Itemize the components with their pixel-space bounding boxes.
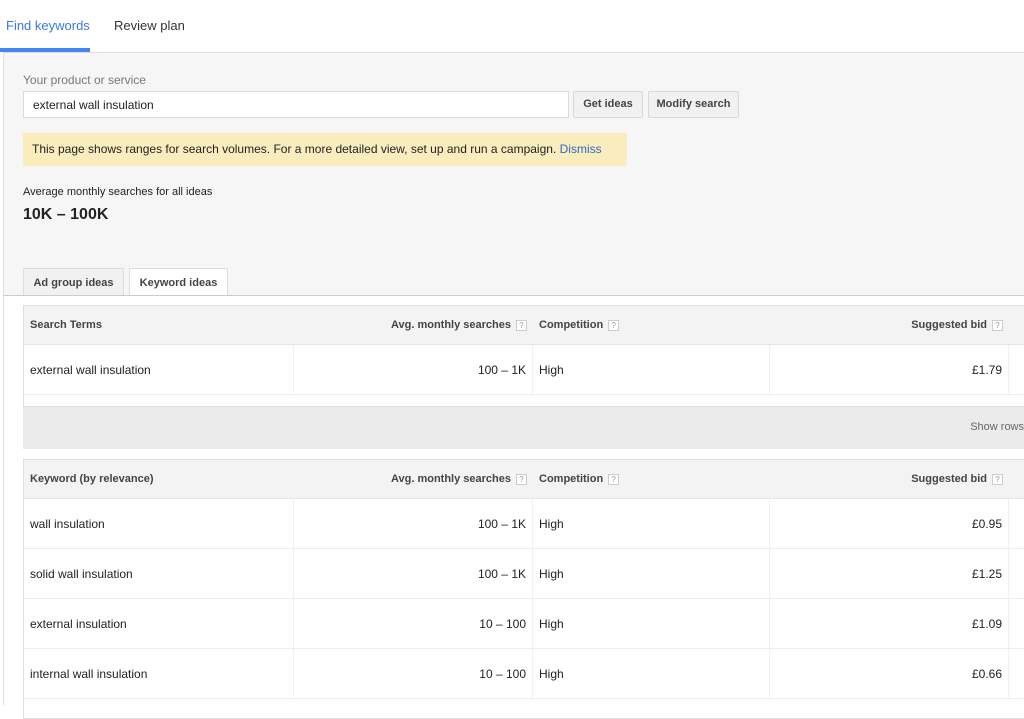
column-header[interactable]: Suggested bid?: [770, 306, 1009, 344]
table-header: Search Terms Avg. monthly searches? Compet…: [24, 306, 1024, 345]
column-header[interactable]: Competition?: [533, 306, 770, 344]
table-cell: [1009, 345, 1024, 394]
table-cell: [1009, 549, 1024, 598]
table-cell: [1009, 599, 1024, 648]
table-cell: 10 – 100: [294, 649, 533, 698]
table-cell: internal wall insulation: [24, 649, 294, 698]
search-terms-table: Search Terms Avg. monthly searches? Compet…: [23, 305, 1024, 407]
table-cell: wall insulation: [24, 499, 294, 548]
table-cell: £1.79: [770, 345, 1009, 394]
notice-text: This page shows ranges for search volume…: [32, 142, 557, 156]
table-cell: external wall insulation: [24, 345, 294, 394]
keyword-ideas-table: Keyword (by relevance) Avg. monthly searc…: [23, 459, 1024, 719]
column-header-label: Competition: [539, 473, 604, 485]
summary-label: Average monthly searches for all ideas: [23, 186, 213, 198]
table-cell: 10 – 100: [294, 599, 533, 648]
show-rows-control[interactable]: Show rows: [23, 407, 1024, 449]
table-cell: external insulation: [24, 599, 294, 648]
column-header[interactable]: Suggested bid?: [770, 460, 1009, 498]
tab-ad-group-ideas[interactable]: Ad group ideas: [23, 268, 124, 296]
table-cell: solid wall insulation: [24, 549, 294, 598]
column-header-label: Keyword (by relevance): [30, 473, 154, 485]
help-icon[interactable]: ?: [992, 319, 1003, 331]
help-icon[interactable]: ?: [992, 473, 1003, 485]
column-header-label: Avg. monthly searches: [390, 319, 511, 331]
get-ideas-button[interactable]: Get ideas: [573, 91, 643, 118]
table-cell: High: [533, 499, 770, 548]
table-row[interactable]: solid wall insulation 100 – 1K High £1.25: [24, 549, 1024, 599]
column-header: [1009, 460, 1024, 498]
column-header-label: Suggested bid: [911, 473, 987, 485]
table-cell: High: [533, 599, 770, 648]
table-cell: High: [533, 649, 770, 698]
dismiss-link[interactable]: Dismiss: [560, 142, 602, 156]
column-header[interactable]: Search Terms: [24, 306, 294, 344]
help-icon[interactable]: ?: [608, 319, 620, 331]
column-header[interactable]: Competition?: [533, 460, 770, 498]
table-cell: High: [533, 345, 770, 394]
table-header: Keyword (by relevance) Avg. monthly searc…: [24, 460, 1024, 499]
table-cell: High: [533, 549, 770, 598]
help-icon[interactable]: ?: [608, 473, 620, 485]
table-cell: £1.09: [770, 599, 1009, 648]
table-cell: [1009, 649, 1024, 698]
table-row[interactable]: external wall insulation 100 – 1K High £1.7…: [24, 345, 1024, 395]
table-row[interactable]: wall insulation 100 – 1K High £0.95: [24, 499, 1024, 549]
table-cell: £0.66: [770, 649, 1009, 698]
modify-search-button[interactable]: Modify search: [648, 91, 739, 118]
summary-value: 10K – 100K: [23, 206, 109, 223]
product-label: Your product or service: [23, 73, 146, 87]
tab-find-keywords[interactable]: Find keywords: [6, 18, 90, 33]
column-header[interactable]: Keyword (by relevance): [24, 460, 294, 498]
tab-review-plan[interactable]: Review plan: [114, 18, 185, 33]
table-row[interactable]: internal wall insulation 10 – 100 High £0.6…: [24, 649, 1024, 699]
table-cell: £0.95: [770, 499, 1009, 548]
table-cell: [1009, 499, 1024, 548]
help-icon[interactable]: ?: [516, 473, 527, 485]
column-header-label: Suggested bid: [911, 319, 987, 331]
column-header-label: Competition: [539, 319, 604, 331]
tab-keyword-ideas[interactable]: Keyword ideas: [129, 268, 228, 297]
column-header: [1009, 306, 1024, 344]
product-input[interactable]: [23, 91, 569, 118]
table-cell: 100 – 1K: [294, 549, 533, 598]
table-row[interactable]: external insulation 10 – 100 High £1.09: [24, 599, 1024, 649]
column-header-label: Search Terms: [30, 319, 102, 331]
column-header-label: Avg. monthly searches: [390, 473, 511, 485]
table-cell: £1.25: [770, 549, 1009, 598]
search-panel: [3, 52, 1024, 295]
table-cell: 100 – 1K: [294, 499, 533, 548]
column-header[interactable]: Avg. monthly searches?: [294, 306, 533, 344]
column-header[interactable]: Avg. monthly searches?: [294, 460, 533, 498]
notice-banner: This page shows ranges for search volume…: [23, 133, 627, 166]
table-cell: 100 – 1K: [294, 345, 533, 394]
help-icon[interactable]: ?: [516, 319, 527, 331]
